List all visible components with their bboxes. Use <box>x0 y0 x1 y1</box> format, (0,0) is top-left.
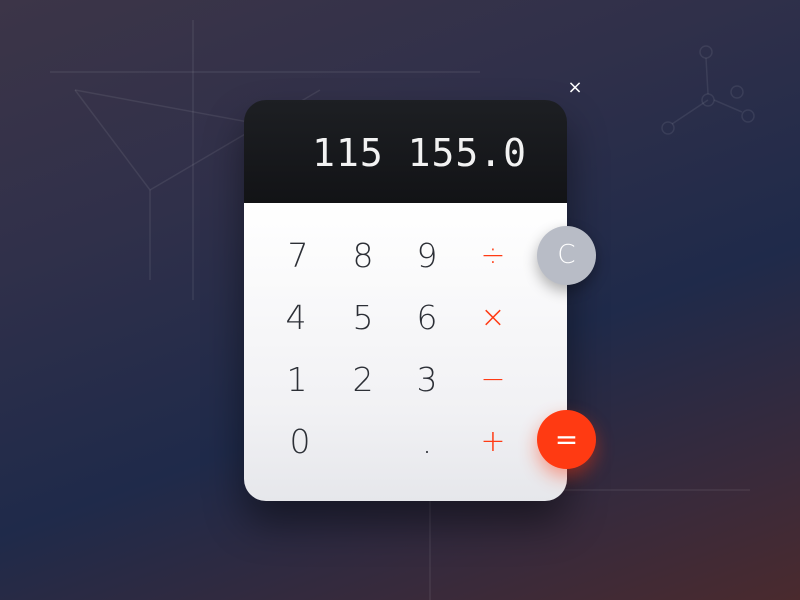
key-7[interactable]: 7 <box>270 231 326 281</box>
display: 115 155.0 <box>244 100 567 203</box>
key-8[interactable]: 8 <box>335 231 391 281</box>
key-1[interactable]: 1 <box>269 355 325 405</box>
calculator-panel: 115 155.0 7 8 9 ÷ 4 5 6 × 1 2 3 − 0 . + <box>244 100 567 501</box>
decimal-button[interactable]: . <box>399 417 455 467</box>
display-value: 115 155.0 <box>312 131 527 175</box>
key-4[interactable]: 4 <box>268 293 324 343</box>
key-5[interactable]: 5 <box>335 293 391 343</box>
key-0[interactable]: 0 <box>272 417 328 467</box>
close-button[interactable]: × <box>566 78 584 98</box>
key-9[interactable]: 9 <box>399 231 455 281</box>
clear-button[interactable]: C <box>537 226 596 285</box>
key-3[interactable]: 3 <box>399 355 455 405</box>
keypad: 7 8 9 ÷ 4 5 6 × 1 2 3 − 0 . + <box>244 203 567 501</box>
multiply-button[interactable]: × <box>465 293 521 343</box>
equals-button[interactable]: = <box>537 410 596 469</box>
key-2[interactable]: 2 <box>335 355 391 405</box>
key-6[interactable]: 6 <box>399 293 455 343</box>
divide-button[interactable]: ÷ <box>465 231 521 281</box>
add-button[interactable]: + <box>465 417 521 467</box>
subtract-button[interactable]: − <box>465 355 521 405</box>
